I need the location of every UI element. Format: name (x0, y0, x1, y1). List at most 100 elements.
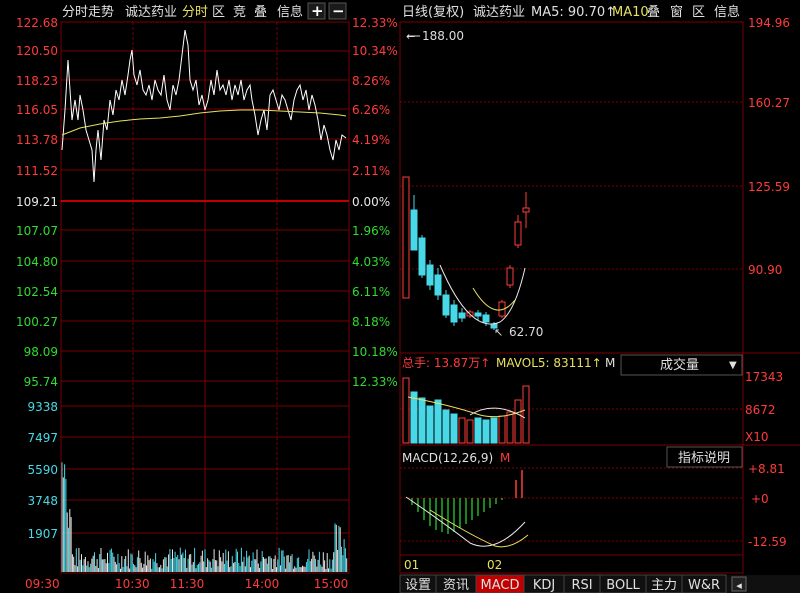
price-label: 95.74 (24, 375, 58, 389)
volume-bar (434, 399, 442, 444)
pct-label: 8.26% (352, 74, 390, 88)
tab-info[interactable]: 信息 (714, 4, 740, 20)
macd-cut-label: M (500, 451, 510, 465)
macd-histogram (411, 470, 523, 534)
candle-body (474, 312, 482, 317)
plus-icon: + (311, 2, 324, 20)
price-label: 160.27 (748, 96, 790, 110)
total-volume-label: 总手: 13.87万↑ (402, 356, 490, 370)
tab-overlay[interactable]: 叠 (254, 5, 267, 20)
base-pct-label: 0.00% (352, 195, 390, 209)
percent-axis: 12.33% 10.34% 8.26% 6.26% 4.19% 2.11% 0.… (352, 16, 398, 389)
macd-label: -12.59 (748, 535, 787, 549)
volume-label: 5590 (27, 463, 58, 477)
macd-label: +0 (751, 492, 769, 506)
volume-bar (498, 415, 506, 444)
pct-label: 2.11% (352, 164, 390, 178)
indicator-tabs: 设置 资讯 MACD KDJ RSI BOLL 主力 W&R ◂ (399, 574, 800, 593)
tab-range[interactable]: 区 (692, 5, 705, 20)
time-label: 10:30 (115, 577, 150, 591)
tab-label: 设置 (405, 578, 431, 593)
candle-body (402, 176, 410, 299)
pct-label: 12.33% (352, 16, 398, 30)
macd-label: +8.81 (748, 462, 785, 476)
volume-unit-label: X10 (745, 430, 769, 444)
tab-range[interactable]: 区 (212, 5, 225, 20)
volume-axis: 9338 7497 5590 3748 1907 (27, 400, 58, 541)
price-label: 122.68 (16, 16, 58, 30)
pct-label: 10.34% (352, 44, 398, 58)
candle-body (490, 323, 498, 329)
price-axis: 122.68 120.50 118.23 116.05 113.78 111.5… (16, 16, 58, 389)
tab-intraday[interactable]: 分时走势 (62, 4, 114, 20)
ma10-label: MA10 (612, 5, 649, 20)
daily-panel: 日线(复权) 诚达药业 MA5: 90.70↑ MA10 叠 窗 区 信息 19… (399, 4, 800, 574)
price-label: 90.90 (748, 263, 782, 277)
candle-body (482, 314, 490, 323)
daily-stock-name: 诚达药业 (473, 5, 525, 20)
candle-body (442, 294, 450, 316)
base-price-label: 109.21 (16, 195, 58, 209)
ma5-label: MA5: 90.70↑ (531, 5, 616, 20)
ma10-line (472, 287, 516, 311)
date-axis: 01 02 (404, 558, 502, 572)
candle-body (426, 264, 434, 286)
volume-label: 9338 (27, 400, 58, 414)
macd-axis: +8.81 +0 -12.59 (748, 462, 787, 549)
candle-body (514, 221, 522, 246)
volume-bar (450, 413, 458, 444)
price-label: 102.54 (16, 285, 58, 299)
candle-body (410, 209, 418, 251)
macd-label: MACD(12,26,9) (402, 451, 493, 465)
high-marker-label: 188.00 (422, 29, 464, 43)
volume-label: 8672 (745, 403, 776, 417)
price-label: 194.96 (748, 16, 790, 30)
intraday-price-line (61, 29, 347, 183)
tab-info[interactable]: 信息 (277, 4, 303, 20)
pct-label: 6.26% (352, 103, 390, 117)
price-label: 125.59 (748, 180, 790, 194)
tab-overlay[interactable]: 叠 (647, 5, 660, 20)
daily-toolbar: 日线(复权) 诚达药业 MA5: 90.70↑ MA10 叠 窗 区 信息 (402, 4, 740, 20)
date-label: 02 (487, 558, 502, 572)
tab-label: BOLL (606, 578, 640, 593)
pct-label: 6.11% (352, 285, 390, 299)
price-label: 98.09 (24, 345, 58, 359)
tab-window[interactable]: 窗 (670, 4, 683, 20)
price-label: 100.27 (16, 315, 58, 329)
daily-price-axis: 194.96 160.27 125.59 90.90 (748, 16, 790, 277)
volume-bar (514, 399, 522, 444)
chevron-left-icon: ◂ (736, 579, 742, 592)
volume-bar (490, 417, 498, 444)
time-label: 15:00 (314, 577, 349, 591)
tab-minute[interactable]: 分时 (182, 5, 208, 20)
volume-bar (522, 385, 530, 444)
volume-bar (458, 417, 466, 444)
indicator-dropdown-label: 成交量 (660, 357, 699, 373)
time-label: 09:30 (25, 577, 60, 591)
tab-label: MACD (481, 578, 520, 593)
price-label: 120.50 (16, 44, 58, 58)
daily-frame (399, 21, 744, 574)
candle-body (506, 267, 514, 286)
chevron-down-icon: ▼ (729, 360, 737, 371)
volume-bar (482, 419, 490, 444)
price-label: 111.52 (16, 164, 58, 178)
mavol-label: MAVOL5: 83111↑ (496, 356, 602, 370)
pct-label: 12.33% (352, 375, 398, 389)
time-axis: 09:30 10:30 11:30 14:00 15:00 (25, 577, 348, 591)
intraday-volume-bars (61, 462, 348, 572)
tab-label: 主力 (651, 578, 677, 593)
tab-auction[interactable]: 竞 (233, 4, 246, 20)
volume-bar (474, 417, 482, 444)
stock-chart-screen: 分时走势 诚达药业 分时 区 竞 叠 信息 + − 122.68 120.50 … (16, 2, 800, 593)
intraday-toolbar: 分时走势 诚达药业 分时 区 竞 叠 信息 + − (62, 2, 347, 20)
date-label: 01 (404, 558, 419, 572)
volume-header: 总手: 13.87万↑ MAVOL5: 83111↑ M (402, 356, 615, 370)
pct-label: 1.96% (352, 224, 390, 238)
minus-icon: − (332, 2, 345, 20)
pct-label: 4.19% (352, 133, 390, 147)
candle-body (522, 207, 530, 213)
volume-bar (426, 405, 434, 444)
daily-title: 日线(复权) (402, 4, 464, 20)
